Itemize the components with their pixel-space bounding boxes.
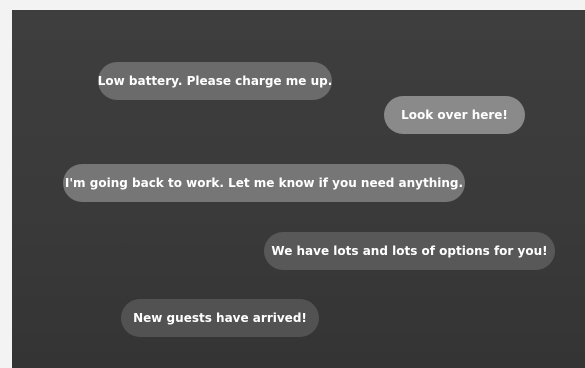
message-bubble-look-over-here[interactable]: Look over here! xyxy=(384,96,525,134)
message-bubble-new-guests[interactable]: New guests have arrived! xyxy=(121,299,319,337)
message-text: I'm going back to work. Let me know if y… xyxy=(64,176,464,190)
message-text: Low battery. Please charge me up. xyxy=(97,74,333,88)
message-bubble-low-battery[interactable]: Low battery. Please charge me up. xyxy=(98,62,332,100)
message-text: New guests have arrived! xyxy=(133,311,307,325)
message-bubble-options[interactable]: We have lots and lots of options for you… xyxy=(264,232,555,270)
message-text: We have lots and lots of options for you… xyxy=(271,244,548,258)
message-text: Look over here! xyxy=(401,108,508,122)
message-bubble-back-to-work[interactable]: I'm going back to work. Let me know if y… xyxy=(63,164,465,202)
message-canvas: Low battery. Please charge me up. Look o… xyxy=(12,10,585,368)
